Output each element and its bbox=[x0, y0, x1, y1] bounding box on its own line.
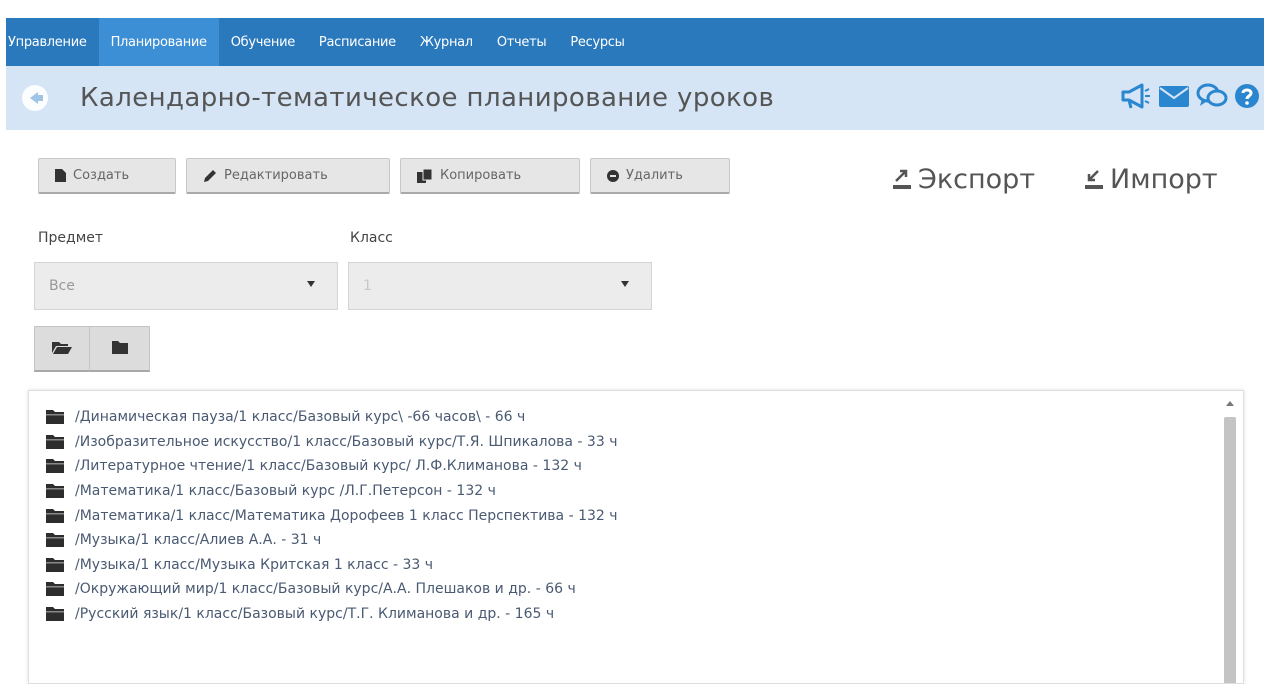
copy-button-label: Копировать bbox=[440, 168, 522, 183]
tree-item-label: /Музыка/1 класс/Музыка Критская 1 класс … bbox=[75, 556, 434, 573]
tree-item[interactable]: /Математика/1 класс/Базовый курс /Л.Г.Пе… bbox=[45, 479, 618, 504]
create-button[interactable]: Создать bbox=[38, 158, 176, 194]
chevron-down-icon bbox=[307, 281, 315, 287]
folder-icon bbox=[45, 508, 67, 524]
import-icon bbox=[1084, 169, 1104, 191]
mail-icon[interactable] bbox=[1158, 83, 1190, 109]
tree-item-label: /Математика/1 класс/Базовый курс /Л.Г.Пе… bbox=[75, 483, 496, 500]
expand-all-button[interactable] bbox=[34, 326, 90, 372]
nav-item-journal[interactable]: Журнал bbox=[408, 18, 485, 66]
file-icon bbox=[55, 169, 66, 182]
tree-item-label: /Изобразительное искусство/1 класс/Базов… bbox=[75, 433, 618, 450]
tree-item-label: /Русский язык/1 класс/Базовый курс/Т.Г. … bbox=[75, 606, 555, 623]
main-menu: Управление Планирование Обучение Расписа… bbox=[6, 18, 1264, 66]
folder-icon bbox=[45, 434, 67, 450]
page-title: Календарно-тематическое планирование уро… bbox=[80, 83, 775, 113]
action-toolbar: Создать Редактировать Копировать Удалить bbox=[38, 158, 730, 194]
edit-button-label: Редактировать bbox=[224, 168, 328, 183]
plan-tree: /Динамическая пауза/1 класс/Базовый курс… bbox=[28, 390, 1244, 684]
delete-button[interactable]: Удалить bbox=[590, 158, 730, 194]
collapse-all-button[interactable] bbox=[90, 326, 150, 372]
export-label: Экспорт bbox=[918, 164, 1036, 195]
scrollbar-thumb[interactable] bbox=[1224, 417, 1236, 683]
title-bar: Календарно-тематическое планирование уро… bbox=[6, 66, 1264, 130]
copy-button[interactable]: Копировать bbox=[400, 158, 580, 194]
nav-item-resources[interactable]: Ресурсы bbox=[558, 18, 636, 66]
export-icon bbox=[892, 169, 912, 191]
tree-item-label: /Окружающий мир/1 класс/Базовый курс/А.А… bbox=[75, 581, 576, 598]
megaphone-icon[interactable] bbox=[1120, 82, 1152, 110]
delete-button-label: Удалить bbox=[626, 168, 683, 183]
tree-list: /Динамическая пауза/1 класс/Базовый курс… bbox=[45, 405, 618, 626]
tree-item[interactable]: /Математика/1 класс/Математика Дорофеев … bbox=[45, 503, 618, 528]
nav-item-planning[interactable]: Планирование bbox=[98, 18, 219, 66]
tree-item[interactable]: /Музыка/1 класс/Музыка Критская 1 класс … bbox=[45, 553, 618, 578]
nav-item-reports[interactable]: Отчеты bbox=[485, 18, 559, 66]
folder-icon bbox=[45, 458, 67, 474]
subject-select-value: Все bbox=[49, 278, 75, 294]
help-icon[interactable] bbox=[1234, 83, 1260, 109]
folder-icon bbox=[45, 581, 67, 597]
class-select[interactable]: 1 bbox=[348, 262, 652, 310]
folder-icon bbox=[45, 483, 67, 499]
folder-icon bbox=[111, 339, 128, 358]
tree-item[interactable]: /Динамическая пауза/1 класс/Базовый курс… bbox=[45, 405, 618, 430]
subject-label: Предмет bbox=[38, 230, 104, 246]
tree-item-label: /Динамическая пауза/1 класс/Базовый курс… bbox=[75, 409, 526, 426]
folder-icon bbox=[45, 409, 67, 425]
minus-circle-icon bbox=[607, 169, 619, 182]
class-select-value: 1 bbox=[363, 278, 372, 294]
import-label: Импорт bbox=[1110, 164, 1218, 195]
export-link[interactable]: Экспорт bbox=[892, 164, 1035, 195]
back-arrow-icon[interactable] bbox=[18, 81, 52, 115]
chevron-down-icon bbox=[621, 281, 629, 287]
tree-item[interactable]: /Русский язык/1 класс/Базовый курс/Т.Г. … bbox=[45, 602, 618, 627]
nav-item-learning[interactable]: Обучение bbox=[219, 18, 307, 66]
folder-icon bbox=[45, 557, 67, 573]
tree-item-label: /Музыка/1 класс/Алиев А.А. - 31 ч bbox=[75, 532, 322, 549]
pencil-icon bbox=[203, 169, 217, 183]
scroll-up-icon[interactable] bbox=[1226, 401, 1234, 406]
chat-icon[interactable] bbox=[1196, 82, 1228, 110]
create-button-label: Создать bbox=[73, 168, 130, 183]
folder-open-icon bbox=[52, 339, 72, 358]
nav-item-schedule[interactable]: Расписание bbox=[307, 18, 408, 66]
edit-button[interactable]: Редактировать bbox=[186, 158, 390, 194]
folder-icon bbox=[45, 532, 67, 548]
tree-scrollbar[interactable] bbox=[1223, 397, 1237, 683]
header-actions bbox=[1120, 82, 1260, 110]
top-navigation: Управление Планирование Обучение Расписа… bbox=[0, 0, 1264, 66]
nav-item-management[interactable]: Управление bbox=[6, 18, 99, 66]
folder-toggle-group bbox=[34, 326, 150, 372]
tree-item[interactable]: /Музыка/1 класс/Алиев А.А. - 31 ч bbox=[45, 528, 618, 553]
tree-item[interactable]: /Окружающий мир/1 класс/Базовый курс/А.А… bbox=[45, 577, 618, 602]
subject-select[interactable]: Все bbox=[34, 262, 338, 310]
tree-item[interactable]: /Изобразительное искусство/1 класс/Базов… bbox=[45, 430, 618, 455]
tree-item-label: /Литературное чтение/1 класс/Базовый кур… bbox=[75, 458, 582, 475]
import-link[interactable]: Импорт bbox=[1084, 164, 1218, 195]
folder-icon bbox=[45, 606, 67, 622]
class-label: Класс bbox=[350, 230, 393, 246]
tree-item[interactable]: /Литературное чтение/1 класс/Базовый кур… bbox=[45, 454, 618, 479]
tree-item-label: /Математика/1 класс/Математика Дорофеев … bbox=[75, 507, 618, 524]
copy-icon bbox=[417, 168, 433, 183]
